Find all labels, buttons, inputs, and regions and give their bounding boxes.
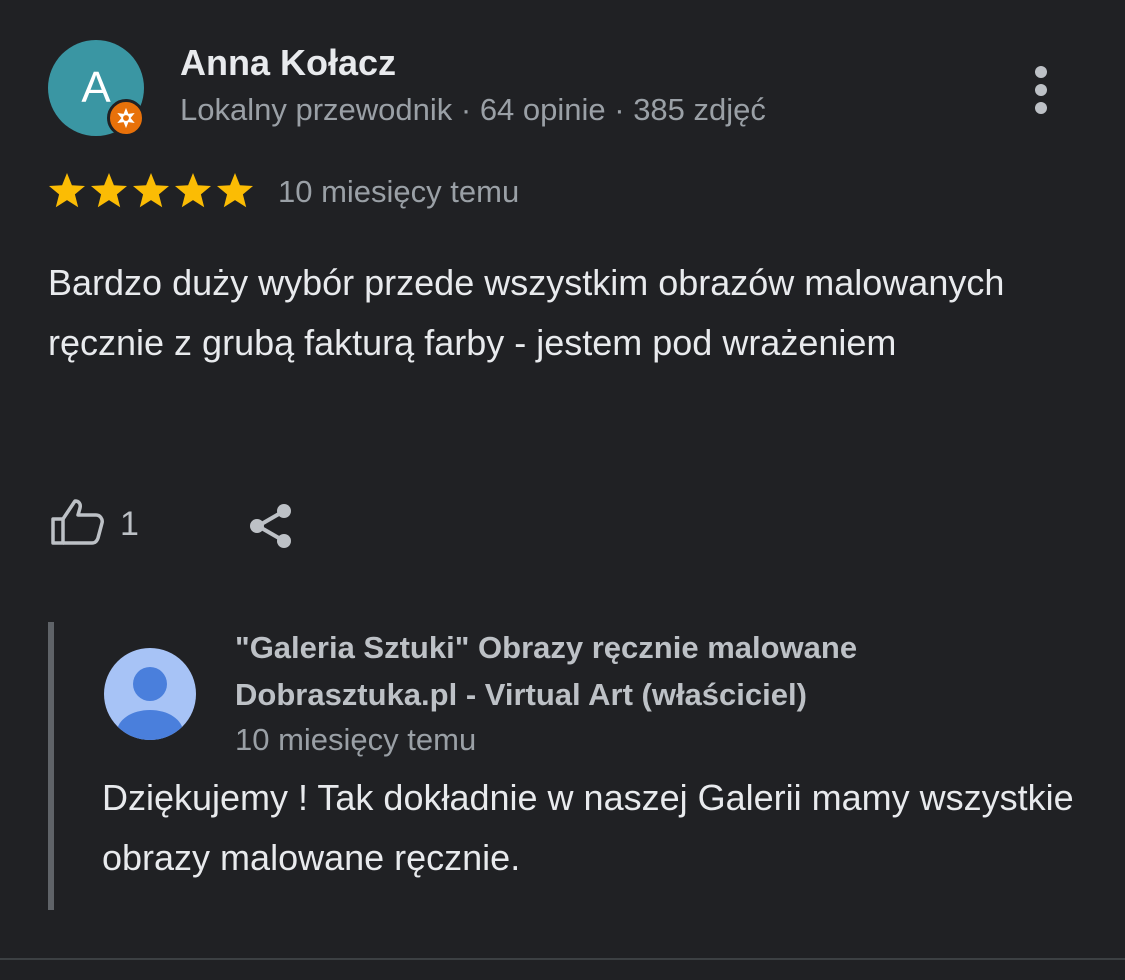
more-vert-icon <box>1035 66 1047 78</box>
review-text: Bardzo duży wybór przede wszystkim obraz… <box>48 262 1005 363</box>
response-indent-bar <box>48 622 54 910</box>
like-button[interactable]: 1 <box>48 494 139 554</box>
local-guide-badge-icon <box>107 99 145 137</box>
divider <box>0 958 1125 960</box>
default-person-avatar-icon[interactable] <box>102 646 198 742</box>
reviewer-meta: Lokalny przewodnik · 64 opinie · 385 zdj… <box>180 92 766 127</box>
owner-response-text: Dziękujemy ! Tak dokładnie w naszej Gale… <box>102 777 1074 878</box>
star-icon <box>217 173 253 208</box>
star-icon <box>175 173 211 208</box>
share-button[interactable] <box>240 496 300 556</box>
owner-name[interactable]: "Galeria Sztuki" Obrazy ręcznie malowane… <box>235 624 1055 718</box>
avatar-letter: A <box>81 63 111 112</box>
star-rating <box>46 170 256 212</box>
star-icon <box>49 173 85 208</box>
owner-response-time: 10 miesięcy temu <box>235 722 477 757</box>
share-icon <box>240 504 300 560</box>
reviewer-name[interactable]: Anna Kołacz <box>180 42 396 84</box>
thumb-up-icon <box>48 497 106 552</box>
more-options-button[interactable] <box>1018 60 1064 120</box>
like-count: 1 <box>120 504 139 543</box>
star-icon <box>91 173 127 208</box>
review-time: 10 miesięcy temu <box>278 174 520 209</box>
star-icon <box>133 173 169 208</box>
